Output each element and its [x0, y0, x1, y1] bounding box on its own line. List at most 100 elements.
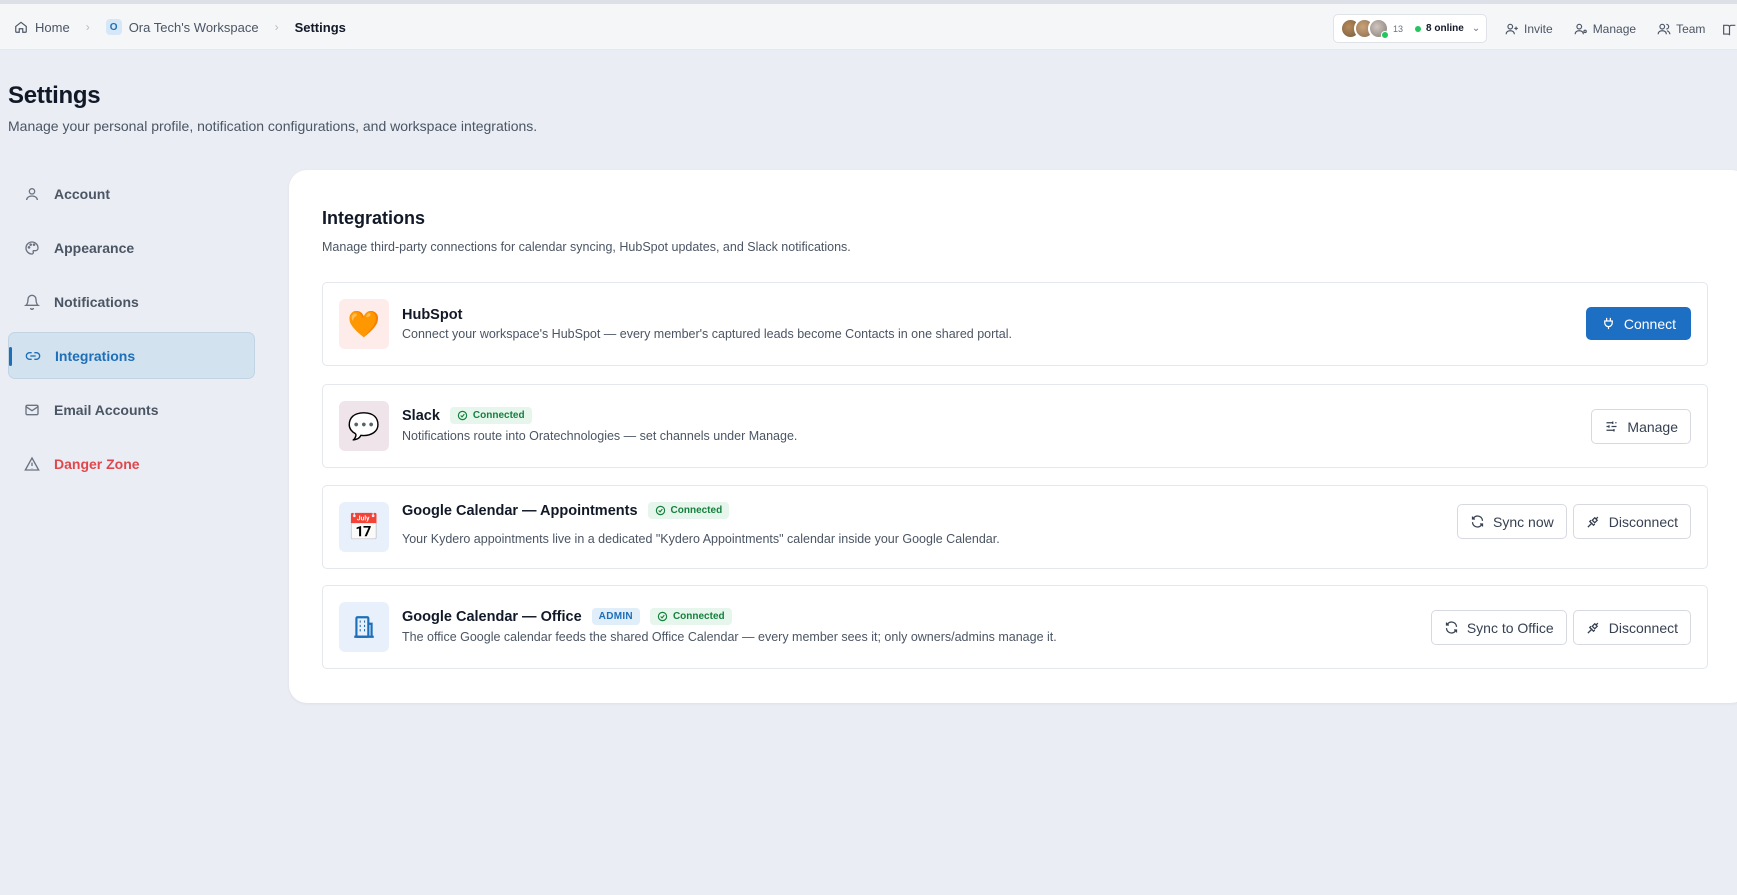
user-cog-icon: [1574, 23, 1587, 35]
disconnect-label: Disconnect: [1608, 513, 1678, 530]
building-icon-svg: [354, 616, 374, 638]
breadcrumb-home-label: Home: [35, 19, 70, 35]
card-description: Connect your workspace's HubSpot — every…: [402, 327, 1012, 341]
card-title: Google Calendar — Office: [402, 608, 582, 625]
card-description: Notifications route into Oratechnologies…: [402, 429, 798, 443]
sidebar-item-account[interactable]: Account: [8, 170, 255, 217]
sync-now-label: Sync now: [1493, 513, 1554, 530]
sidebar-item-notifications[interactable]: Notifications: [8, 278, 255, 325]
top-bar: Home › O Ora Tech's Workspace › Settings…: [0, 4, 1737, 50]
status-badge-label: Connected: [670, 505, 723, 516]
manage-slack-button[interactable]: Manage: [1591, 409, 1691, 444]
chevron-down-icon: ⌄: [1471, 23, 1481, 34]
plug-icon: [1603, 317, 1613, 330]
sidebar-item-label: Danger Zone: [54, 455, 140, 472]
sidebar-item-appearance[interactable]: Appearance: [8, 224, 255, 271]
sidebar-item-label: Account: [54, 185, 110, 202]
bell-icon: [24, 294, 40, 310]
status-badge: Connected: [647, 502, 730, 519]
status-badge-label: Connected: [472, 410, 525, 421]
breadcrumb-workspace[interactable]: O Ora Tech's Workspace: [105, 19, 259, 35]
connect-button[interactable]: Connect: [1585, 307, 1691, 340]
sidebar-item-email-accounts[interactable]: Email Accounts: [8, 386, 255, 433]
unplug-icon: [1587, 622, 1599, 634]
disconnect-button[interactable]: Disconnect: [1572, 504, 1691, 539]
card-description: Your Kydero appointments live in a dedic…: [402, 532, 1000, 546]
presence-widget[interactable]: 13 8 online ⌄: [1333, 14, 1487, 43]
warning-icon: [24, 456, 40, 471]
page-subtitle: Manage your personal profile, notificati…: [8, 118, 538, 134]
workspace-badge: O: [105, 19, 122, 35]
sliders-icon: [1606, 421, 1617, 432]
sync-now-button[interactable]: Sync now: [1457, 504, 1567, 539]
refresh-icon: [1445, 621, 1457, 634]
team-label: Team: [1676, 22, 1706, 36]
integration-card-hubspot: 🧡 HubSpot Connect your workspace's HubSp…: [322, 282, 1708, 366]
invite-button[interactable]: Invite: [1505, 22, 1553, 36]
sync-to-office-button[interactable]: Sync to Office: [1430, 610, 1567, 645]
card-actions: Manage: [1591, 409, 1691, 444]
sidebar-item-label: Integrations: [55, 347, 136, 364]
breadcrumb-workspace-label: Ora Tech's Workspace: [128, 19, 259, 35]
card-description: The office Google calendar feeds the sha…: [402, 630, 1057, 644]
speech-bubble-icon: 💬: [339, 401, 389, 451]
card-title-row: Slack Connected: [402, 407, 532, 424]
card-actions: Sync now Disconnect: [1457, 504, 1691, 539]
card-title: Google Calendar — Appointments: [402, 502, 638, 519]
online-status-dot-icon: [1415, 25, 1422, 32]
card-actions: Sync to Office Disconnect: [1430, 610, 1691, 645]
check-circle-icon: [457, 410, 468, 421]
card-title-row: Google Calendar — Appointments Connected: [402, 502, 730, 519]
status-badge-label: Connected: [672, 611, 725, 622]
sidebar-item-integrations[interactable]: Integrations: [8, 332, 255, 379]
invite-label: Invite: [1524, 22, 1553, 36]
integration-card-google-calendar-appointments: 📅 Google Calendar — Appointments Connect…: [322, 485, 1708, 569]
user-icon: [26, 187, 38, 200]
check-circle-icon: [655, 505, 665, 516]
team-button[interactable]: Team: [1657, 22, 1705, 36]
manage-button[interactable]: Manage: [1574, 22, 1636, 36]
integration-card-slack: 💬 Slack Connected Notifications route in…: [322, 384, 1708, 468]
sync-to-office-label: Sync to Office: [1466, 619, 1554, 636]
disconnect-button[interactable]: Disconnect: [1572, 610, 1691, 645]
chevron-right-icon: ›: [274, 20, 279, 34]
integrations-panel: Integrations Manage third-party connecti…: [289, 170, 1737, 703]
admin-badge: ADMIN: [591, 608, 640, 625]
sidebar-item-danger-zone[interactable]: Danger Zone: [8, 440, 255, 487]
integrations-subtitle: Manage third-party connections for calen…: [322, 240, 851, 254]
avatar: [1368, 18, 1389, 39]
card-title: Slack: [402, 407, 440, 424]
manage-label: Manage: [1627, 418, 1678, 435]
sidebar-item-label: Notifications: [54, 293, 139, 310]
home-icon: [15, 21, 27, 33]
breadcrumb-home[interactable]: Home: [14, 20, 70, 35]
palette-icon: [25, 240, 39, 255]
settings-sidebar: Account Appearance Notifications Integra…: [8, 170, 255, 494]
sidebar-item-label: Appearance: [54, 239, 135, 256]
presence-count: 13: [1393, 23, 1404, 34]
book-icon[interactable]: [1722, 23, 1737, 37]
calendar-icon: 📅: [339, 502, 389, 552]
link-icon: [25, 351, 41, 360]
refresh-icon: [1471, 515, 1484, 528]
connect-label: Connect: [1623, 315, 1676, 332]
unplug-icon: [1587, 516, 1599, 528]
breadcrumb-current: Settings: [295, 20, 346, 35]
mail-icon: [25, 404, 39, 415]
card-title: HubSpot: [402, 307, 463, 323]
chevron-right-icon: ›: [85, 20, 90, 34]
status-badge: Connected: [649, 608, 732, 625]
page-title: Settings: [8, 82, 101, 109]
disconnect-label: Disconnect: [1608, 619, 1678, 636]
integrations-title: Integrations: [322, 208, 426, 228]
heart-icon: 🧡: [339, 299, 389, 349]
card-title-row: Google Calendar — Office ADMIN Connected: [402, 608, 732, 625]
integration-card-google-calendar-office: Google Calendar — Office ADMIN Connected…: [322, 585, 1708, 669]
breadcrumb: Home › O Ora Tech's Workspace › Settings: [14, 4, 346, 50]
building-icon: [339, 602, 389, 652]
manage-label: Manage: [1592, 22, 1637, 36]
user-plus-icon: [1505, 23, 1518, 35]
online-count: 8 online: [1426, 23, 1464, 34]
card-actions: Connect: [1585, 307, 1691, 340]
status-badge: Connected: [449, 407, 532, 424]
